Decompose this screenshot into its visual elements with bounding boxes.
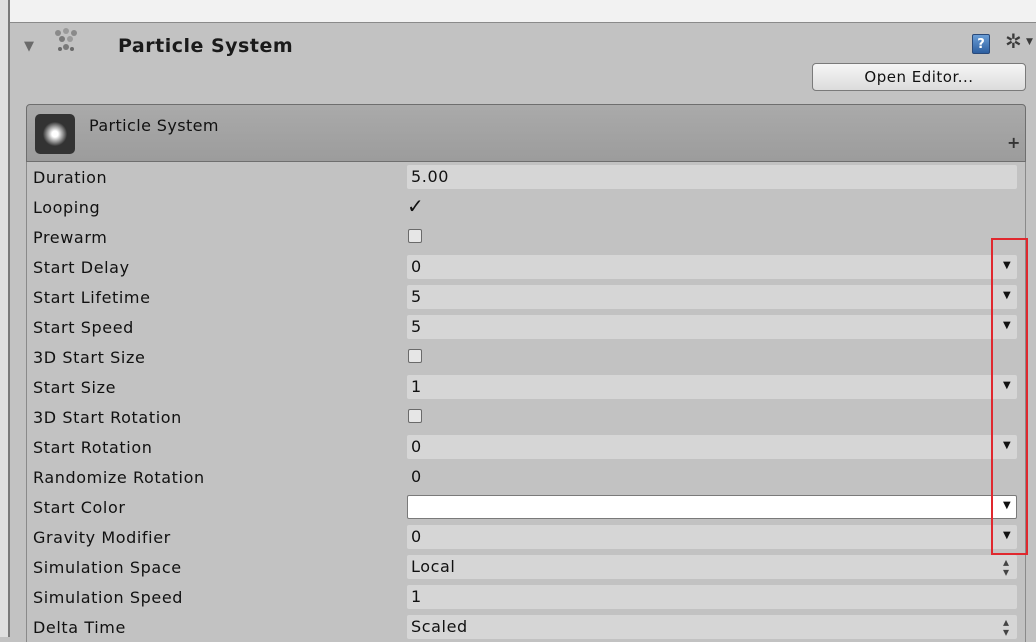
3d-start-rotation-checkbox[interactable] <box>408 409 422 423</box>
3d-start-size-checkbox[interactable] <box>408 349 422 363</box>
gear-dropdown-caret-icon[interactable]: ▼ <box>1026 37 1033 47</box>
gravity-modifier-field[interactable]: 0 <box>407 525 1017 549</box>
property-row: Delta Time Scaled ▴ ▾ <box>27 612 1025 642</box>
property-row: 3D Start Rotation <box>27 402 1025 432</box>
prewarm-label: Prewarm <box>33 228 108 247</box>
simulation-speed-label: Simulation Speed <box>33 588 184 607</box>
gravity-modifier-label: Gravity Modifier <box>33 528 171 547</box>
3d-start-size-label: 3D Start Size <box>33 348 146 367</box>
module-title: Particle System <box>89 116 219 135</box>
duration-label: Duration <box>33 168 108 187</box>
property-row: Prewarm <box>27 222 1025 252</box>
gear-icon[interactable]: ✲ <box>1005 29 1022 53</box>
add-module-plus-icon[interactable]: + <box>1007 133 1020 152</box>
start-rotation-label: Start Rotation <box>33 438 153 457</box>
component-title: Particle System <box>118 35 294 57</box>
particle-module-icon <box>35 114 75 154</box>
start-speed-field[interactable]: 5 <box>407 315 1017 339</box>
simulation-speed-field[interactable]: 1 <box>407 585 1017 609</box>
particle-system-icon <box>55 28 77 51</box>
property-row: Start Lifetime 5 ▼ <box>27 282 1025 312</box>
randomize-rotation-field[interactable]: 0 <box>407 465 1017 489</box>
simulation-space-select[interactable]: Local <box>407 555 1017 579</box>
property-row: Start Size 1 ▼ <box>27 372 1025 402</box>
delta-time-label: Delta Time <box>33 618 126 637</box>
property-row: Gravity Modifier 0 ▼ <box>27 522 1025 552</box>
component-header: ▼ Particle System ? ✲ ▼ Open Editor... <box>10 23 1036 101</box>
property-row: Simulation Speed 1 <box>27 582 1025 612</box>
start-lifetime-label: Start Lifetime <box>33 288 151 307</box>
property-list: Duration 5.00 Looping ✓ Prewarm Start Delay 0 ▼… <box>26 162 1026 642</box>
foldout-arrow-icon[interactable]: ▼ <box>24 39 34 54</box>
property-row: Simulation Space Local ▴ ▾ <box>27 552 1025 582</box>
start-lifetime-field[interactable]: 5 <box>407 285 1017 309</box>
looping-label: Looping <box>33 198 101 217</box>
3d-start-rotation-label: 3D Start Rotation <box>33 408 182 427</box>
randomize-rotation-label: Randomize Rotation <box>33 468 205 487</box>
dropdown-highlight-box <box>991 238 1028 555</box>
simulation-space-label: Simulation Space <box>33 558 182 577</box>
property-row: Looping ✓ <box>27 192 1025 222</box>
property-row: 3D Start Size <box>27 342 1025 372</box>
start-delay-field[interactable]: 0 <box>407 255 1017 279</box>
start-color-color-field[interactable] <box>407 495 1017 519</box>
start-delay-label: Start Delay <box>33 258 130 277</box>
property-row: Duration 5.00 <box>27 162 1025 192</box>
module-header[interactable]: Particle System + <box>26 104 1026 162</box>
property-row: Start Speed 5 ▼ <box>27 312 1025 342</box>
looping-checkbox[interactable]: ✓ <box>407 194 424 218</box>
prewarm-checkbox[interactable] <box>408 229 422 243</box>
property-row: Start Rotation 0 ▼ <box>27 432 1025 462</box>
property-row: Start Delay 0 ▼ <box>27 252 1025 282</box>
top-strip <box>10 0 1036 22</box>
start-color-label: Start Color <box>33 498 126 517</box>
duration-field[interactable]: 5.00 <box>407 165 1017 189</box>
delta-time-select[interactable]: Scaled <box>407 615 1017 639</box>
inspector-left-margin <box>0 0 8 637</box>
select-updown-icon[interactable]: ▴ ▾ <box>1003 556 1009 578</box>
property-row: Randomize Rotation 0 <box>27 462 1025 492</box>
select-updown-icon[interactable]: ▴ ▾ <box>1003 616 1009 638</box>
start-size-label: Start Size <box>33 378 117 397</box>
start-rotation-field[interactable]: 0 <box>407 435 1017 459</box>
start-speed-label: Start Speed <box>33 318 134 337</box>
property-row: Start Color ▼ <box>27 492 1025 522</box>
help-book-icon[interactable]: ? <box>972 34 990 54</box>
open-editor-button[interactable]: Open Editor... <box>812 63 1026 91</box>
start-size-field[interactable]: 1 <box>407 375 1017 399</box>
